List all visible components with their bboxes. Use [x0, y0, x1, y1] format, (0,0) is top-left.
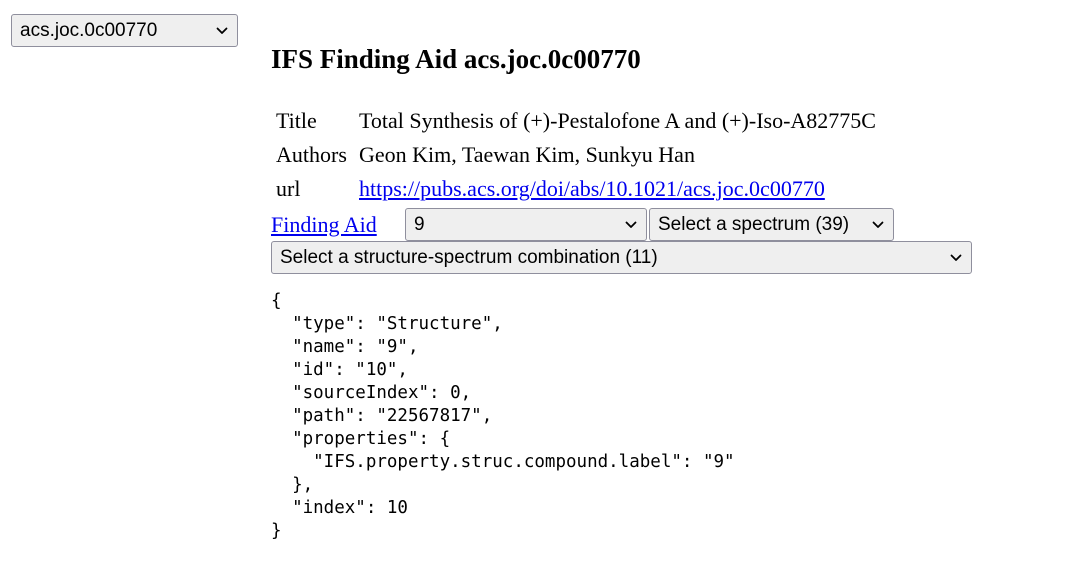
compound-select-value: 9 [414, 213, 425, 235]
spectrum-select-value: Select a spectrum (39) [658, 213, 850, 235]
page-title: IFS Finding Aid acs.joc.0c00770 [271, 44, 641, 74]
authors-label: Authors [276, 142, 347, 167]
article-url-link[interactable]: https://pubs.acs.org/doi/abs/10.1021/acs… [359, 174, 825, 204]
ifs-dataset-select-value: acs.joc.0c00770 [20, 19, 158, 41]
finding-aid-link[interactable]: Finding Aid [271, 210, 377, 240]
ifs-dataset-select[interactable]: acs.joc.0c00770 [11, 14, 238, 47]
structure-spectrum-combination-select[interactable]: Select a structure-spectrum combination … [271, 241, 972, 274]
authors-value: Geon Kim, Taewan Kim, Sunkyu Han [359, 142, 695, 167]
spectrum-select[interactable]: Select a spectrum (39) [649, 208, 894, 241]
combination-select-value: Select a structure-spectrum combination … [280, 246, 658, 268]
json-details-view: { "type": "Structure", "name": "9", "id"… [271, 291, 735, 541]
url-label: url [276, 176, 301, 201]
chevron-down-icon [624, 218, 638, 232]
chevron-down-icon [949, 251, 963, 265]
title-value: Total Synthesis of (+)-Pestalofone A and… [359, 108, 876, 133]
compound-select[interactable]: 9 [405, 208, 647, 241]
chevron-down-icon [871, 218, 885, 232]
title-label: Title [276, 108, 317, 133]
chevron-down-icon [215, 24, 229, 38]
